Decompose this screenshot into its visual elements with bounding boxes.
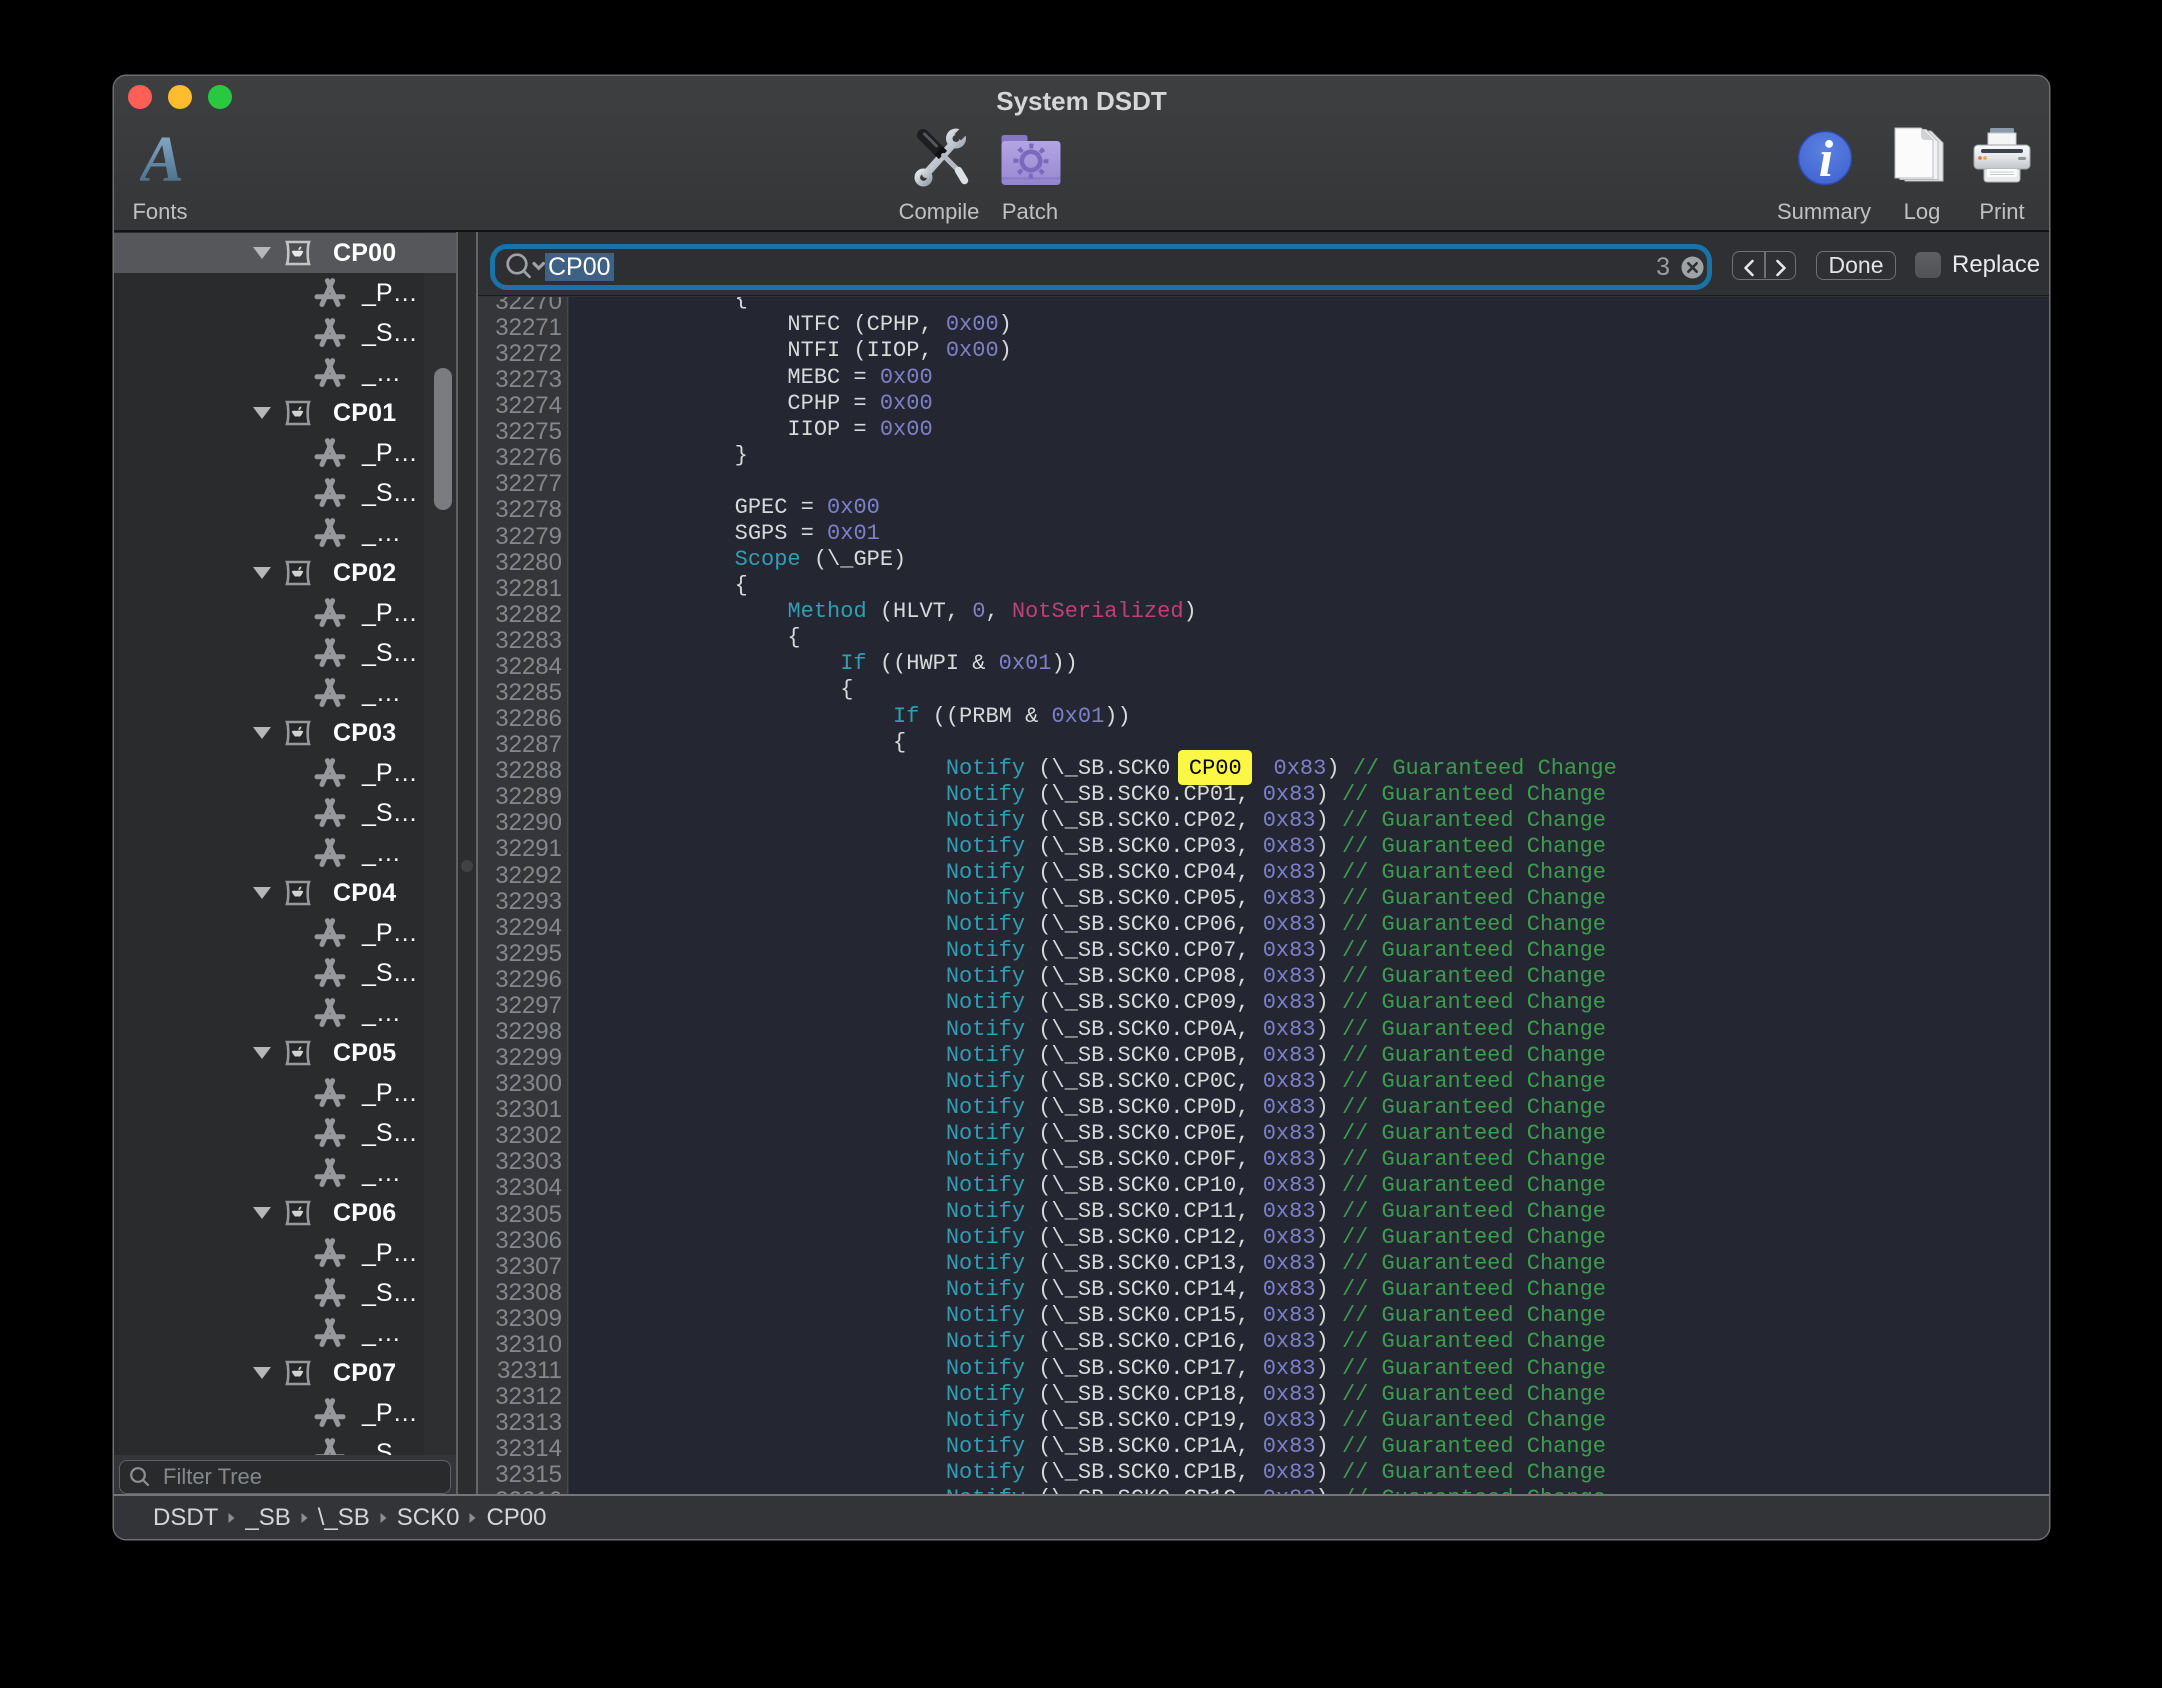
svg-text:i: i <box>1819 131 1834 186</box>
